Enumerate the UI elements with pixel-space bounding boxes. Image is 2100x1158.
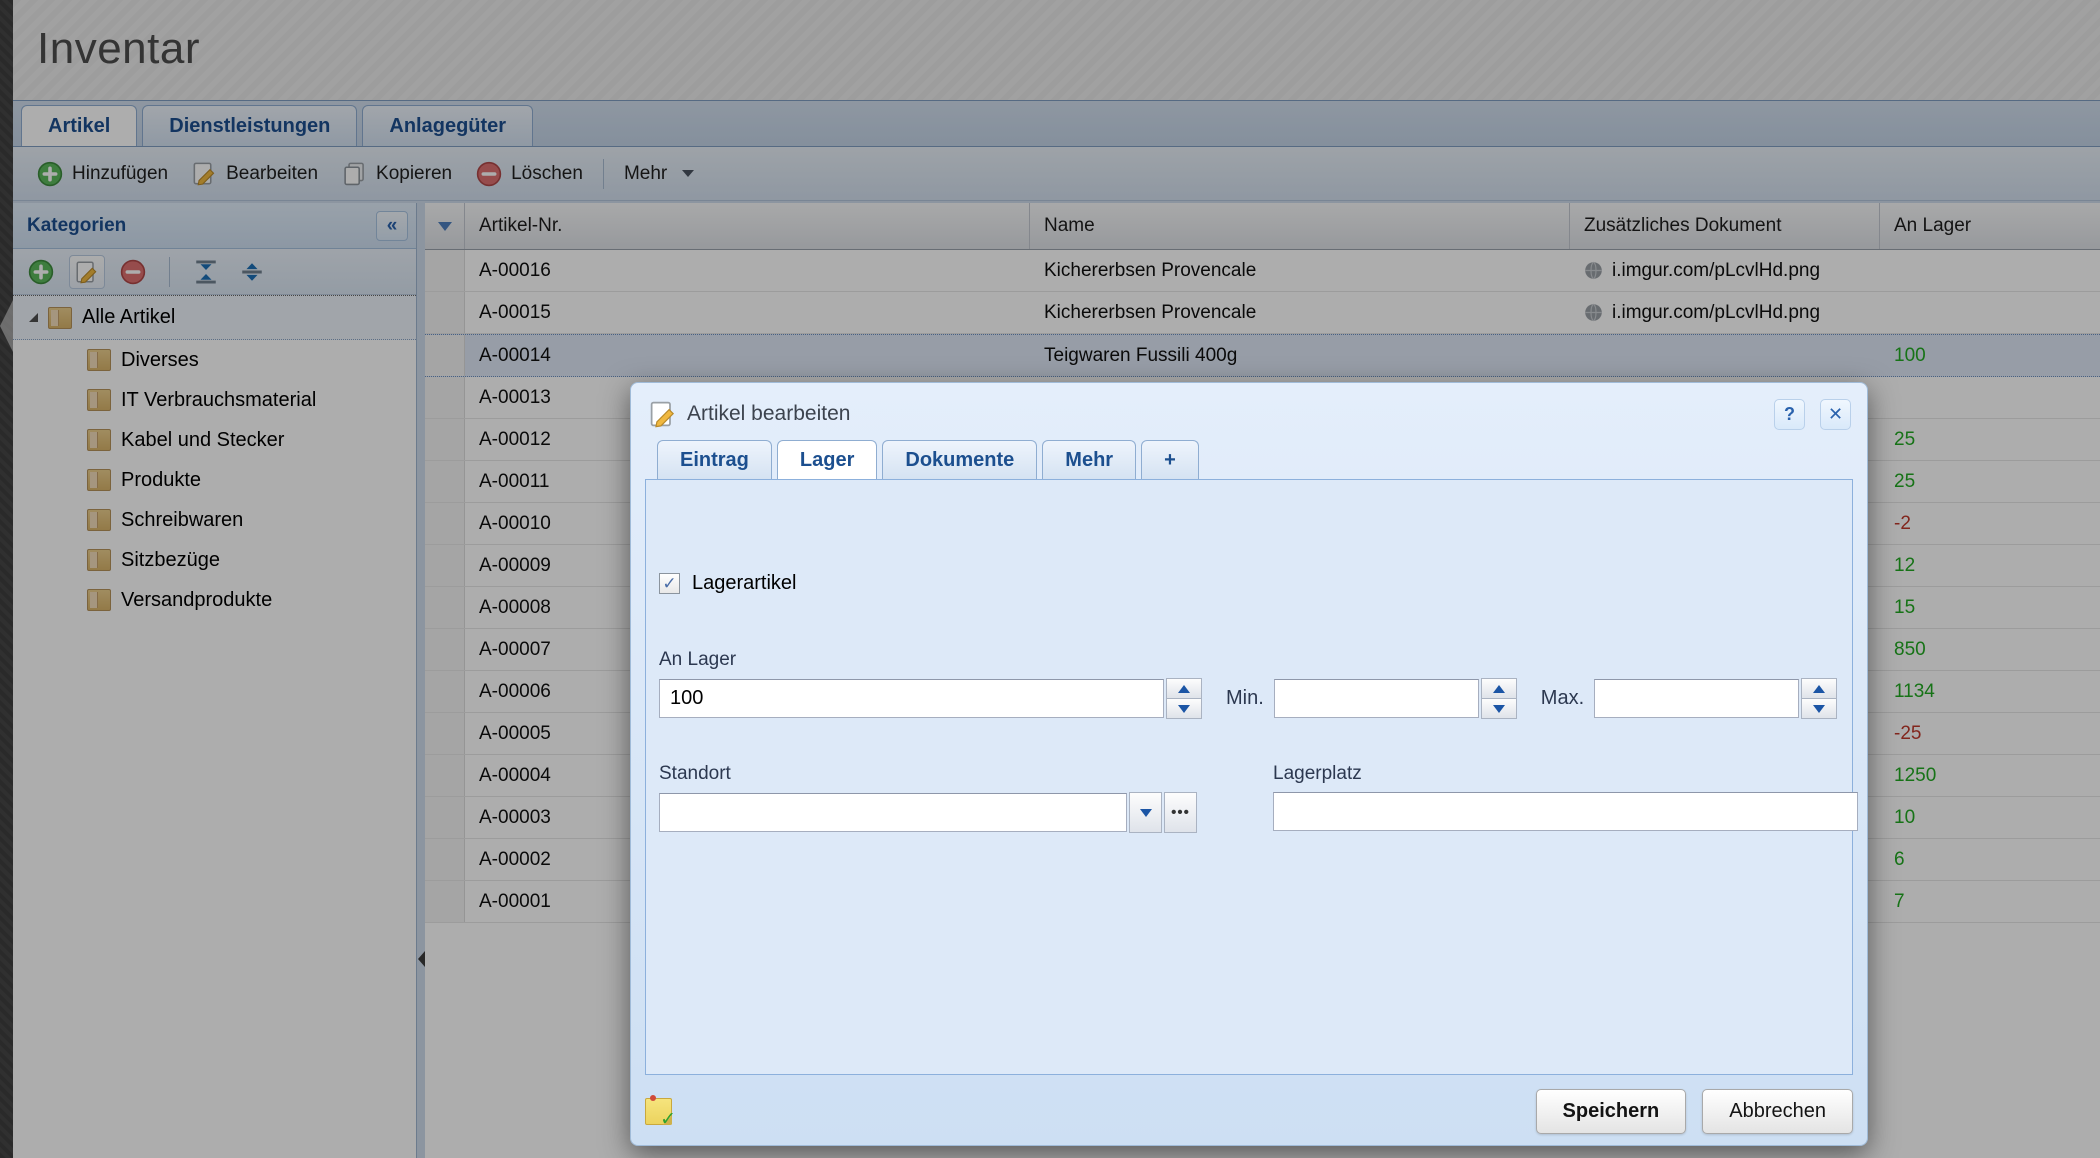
dialog-footer: ✓ Speichern Abbrechen	[645, 1077, 1853, 1145]
edit-icon	[649, 400, 677, 428]
dialog-tab-mehr[interactable]: Mehr	[1042, 440, 1136, 480]
dialog-tabstrip: Eintrag Lager Dokumente Mehr +	[645, 435, 1853, 479]
dialog-title: Artikel bearbeiten	[687, 402, 1759, 426]
an-lager-input[interactable]	[659, 679, 1164, 718]
min-input[interactable]	[1274, 679, 1479, 718]
dialog-tab-label: Mehr	[1065, 449, 1113, 472]
stock-fields-row: Min. Max.	[659, 678, 1852, 719]
spinner-down-button[interactable]	[1801, 699, 1837, 719]
max-spinner[interactable]	[1801, 678, 1837, 719]
dialog-tab-eintrag[interactable]: Eintrag	[657, 440, 772, 480]
standort-combo: •••	[659, 792, 1197, 833]
dialog-tab-dokumente[interactable]: Dokumente	[882, 440, 1037, 480]
cancel-label: Abbrechen	[1729, 1100, 1826, 1123]
dialog-tab-lager[interactable]: Lager	[777, 440, 877, 480]
close-button[interactable]: ✕	[1820, 399, 1851, 430]
arrow-down-icon	[1813, 705, 1825, 713]
checkmark-icon: ✓	[662, 575, 676, 592]
spinner-up-button[interactable]	[1166, 678, 1202, 699]
lagerplatz-group: Lagerplatz	[1273, 763, 1858, 831]
dialog-tab-label: Dokumente	[905, 449, 1014, 472]
location-row: Standort ••• Lagerplatz	[659, 763, 1852, 833]
standort-input[interactable]	[659, 793, 1127, 832]
arrow-down-icon	[1493, 705, 1505, 713]
pin-icon	[650, 1095, 656, 1101]
arrow-up-icon	[1813, 685, 1825, 693]
standort-dropdown-button[interactable]	[1129, 792, 1162, 833]
standort-label: Standort	[659, 763, 1197, 785]
dialog-tab-label: Lager	[800, 449, 854, 472]
an-lager-spinner[interactable]	[1166, 678, 1202, 719]
min-spinner[interactable]	[1481, 678, 1517, 719]
arrow-up-icon	[1493, 685, 1505, 693]
lagerartikel-checkbox[interactable]: ✓	[659, 573, 680, 594]
min-label: Min.	[1226, 687, 1264, 710]
dialog-tab-label: Eintrag	[680, 449, 749, 472]
lagerartikel-row: ✓ Lagerartikel	[659, 572, 1852, 595]
max-input[interactable]	[1594, 679, 1799, 718]
dialog-content-lager: ✓ Lagerartikel An Lager Min. Max.	[645, 479, 1853, 1075]
spinner-down-button[interactable]	[1166, 699, 1202, 719]
dialog-tab-label: +	[1164, 449, 1176, 472]
standort-browse-button[interactable]: •••	[1164, 792, 1197, 833]
spinner-down-button[interactable]	[1481, 699, 1517, 719]
close-icon: ✕	[1828, 404, 1843, 425]
lagerplatz-label: Lagerplatz	[1273, 763, 1858, 785]
check-icon: ✓	[660, 1108, 676, 1131]
an-lager-group: An Lager Min. Max.	[659, 649, 1852, 719]
help-icon: ?	[1784, 404, 1795, 425]
note-icon[interactable]: ✓	[645, 1098, 672, 1125]
lagerplatz-input[interactable]	[1273, 792, 1858, 831]
max-label: Max.	[1541, 687, 1584, 710]
cancel-button[interactable]: Abbrechen	[1702, 1089, 1853, 1134]
spinner-up-button[interactable]	[1481, 678, 1517, 699]
arrow-down-icon	[1178, 705, 1190, 713]
arrow-up-icon	[1178, 685, 1190, 693]
dialog-header[interactable]: Artikel bearbeiten ? ✕	[645, 383, 1853, 435]
help-button[interactable]: ?	[1774, 399, 1805, 430]
save-label: Speichern	[1563, 1100, 1660, 1123]
spinner-up-button[interactable]	[1801, 678, 1837, 699]
dialog-tab--[interactable]: +	[1141, 440, 1199, 480]
an-lager-label: An Lager	[659, 649, 1852, 671]
lagerartikel-label: Lagerartikel	[692, 572, 797, 595]
save-button[interactable]: Speichern	[1536, 1089, 1687, 1134]
edit-article-dialog: Artikel bearbeiten ? ✕ Eintrag Lager Dokum…	[630, 382, 1868, 1146]
chevron-down-icon	[1140, 809, 1152, 817]
ellipsis-icon: •••	[1171, 804, 1190, 821]
standort-group: Standort •••	[659, 763, 1197, 833]
